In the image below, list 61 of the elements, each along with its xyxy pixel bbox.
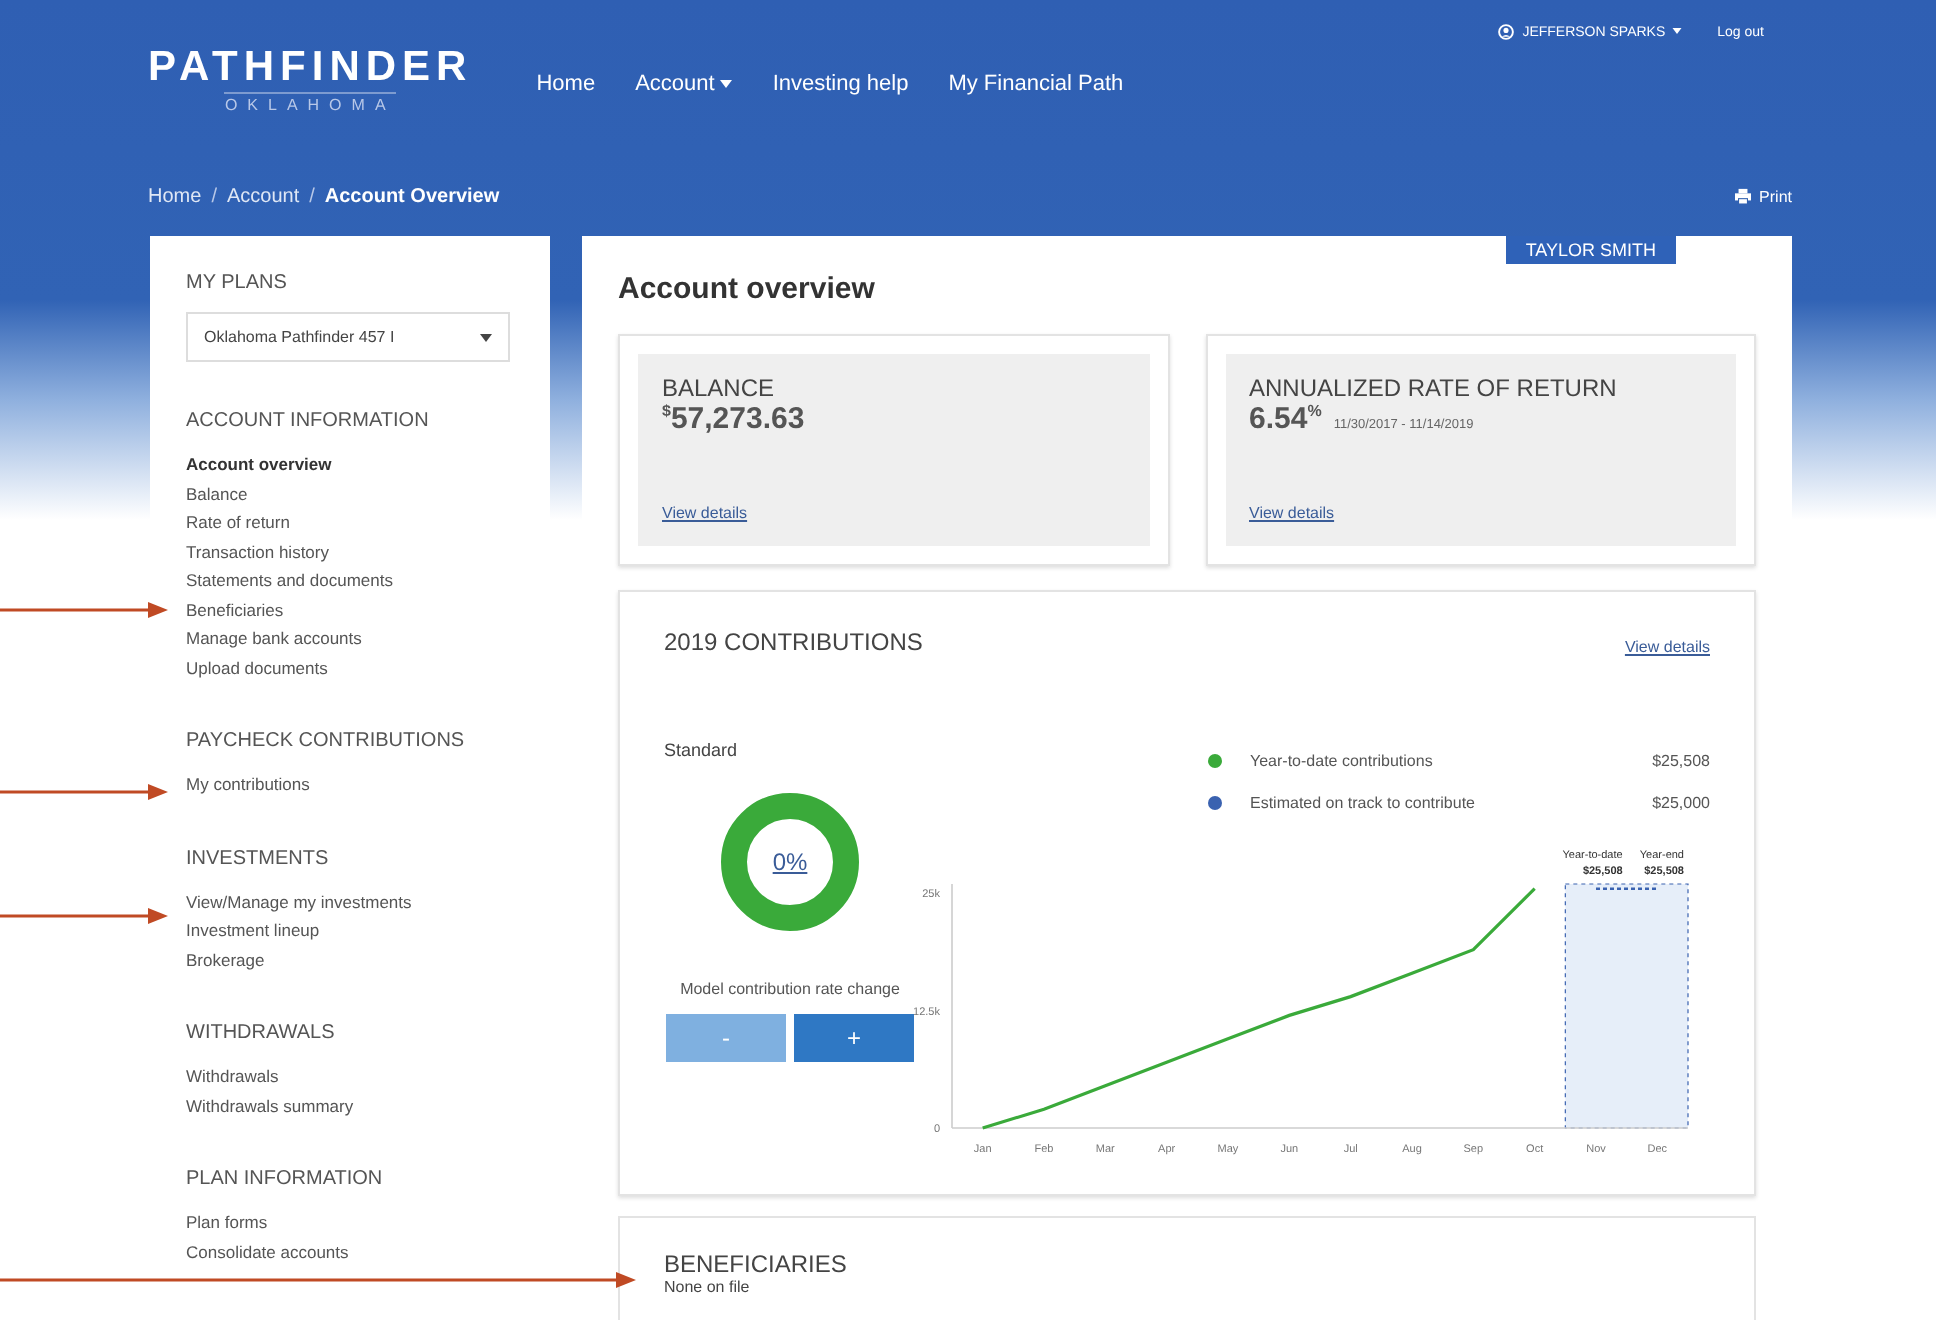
nav-link[interactable]: Home xyxy=(536,72,596,96)
section-heading: WITHDRAWALS xyxy=(186,1022,337,1044)
card-title: BALANCE xyxy=(662,374,777,402)
sidebar-link[interactable]: Brokerage xyxy=(186,945,514,974)
breadcrumb-link[interactable]: Home xyxy=(148,185,202,207)
plan-type-label: Standard xyxy=(664,740,738,760)
contribution-rate-link[interactable]: 0% xyxy=(772,848,808,876)
legend-value: $25,508 xyxy=(1652,752,1710,770)
participant-badge: TAYLOR SMITH xyxy=(1505,236,1676,264)
balance-value: $^{$}$57,273.63 xyxy=(662,402,807,436)
sidebar-link[interactable]: My contributions xyxy=(186,770,514,799)
model-rate-label: Model contribution rate change xyxy=(678,980,902,998)
breadcrumb-separator: / xyxy=(309,185,315,207)
contribution-line xyxy=(1596,887,1658,890)
caret-icon xyxy=(1671,28,1682,35)
legend-label: Year-to-date contributions xyxy=(1250,752,1435,770)
card-title: BENEFICIARIES xyxy=(664,1250,849,1278)
user-icon xyxy=(1498,24,1515,40)
sidebar-link[interactable]: Manage bank accounts xyxy=(186,624,514,653)
rate-value: 6.54$^{%}$ xyxy=(1249,402,1322,436)
legend-value: $25,000 xyxy=(1652,794,1710,812)
legend-label: Estimated on track to contribute xyxy=(1250,794,1477,812)
print-button[interactable]: Print xyxy=(1733,187,1792,205)
sidebar-link[interactable]: Rate of return xyxy=(186,508,514,537)
logo-wordmark: PATHFINDER xyxy=(148,44,473,92)
sidebar-link[interactable]: Account overview xyxy=(186,450,514,479)
breadcrumb-link[interactable]: Account xyxy=(226,185,300,207)
sidebar-link[interactable]: Investment lineup xyxy=(186,916,514,945)
view-details-link[interactable]: View details xyxy=(1249,504,1712,522)
section-heading: PAYCHECK CONTRIBUTIONS xyxy=(186,730,467,752)
view-details-link[interactable]: View details xyxy=(1624,638,1710,656)
increase-button[interactable]: + xyxy=(794,1014,914,1062)
sidebar-link[interactable]: Statements and documents xyxy=(186,566,514,595)
nav-link[interactable]: My Financial Path xyxy=(948,72,1124,96)
section-heading: PLAN INFORMATION xyxy=(186,1168,385,1190)
section-heading: ACCOUNT INFORMATION xyxy=(186,410,431,432)
sidebar-link[interactable]: Plan forms xyxy=(186,1208,514,1237)
card-title: ANNUALIZED RATE OF RETURN xyxy=(1249,374,1619,402)
caret-icon xyxy=(480,333,492,341)
page-title: Account overview xyxy=(618,272,875,306)
sidebar-link[interactable]: Upload documents xyxy=(186,653,514,682)
beneficiaries-status: None on file xyxy=(664,1278,752,1296)
sidebar-link[interactable]: View/Manage my investments xyxy=(186,887,514,916)
section-heading: INVESTMENTS xyxy=(186,847,331,869)
breadcrumb-link[interactable]: Account Overview xyxy=(324,185,500,207)
printer-icon xyxy=(1733,188,1752,204)
sidebar-link[interactable]: Balance xyxy=(186,479,514,508)
card-title: 2019 CONTRIBUTIONS xyxy=(664,628,923,656)
logo-subtitle: OKLAHOMA xyxy=(224,92,396,114)
sidebar-link[interactable]: Withdrawals xyxy=(186,1062,514,1091)
plan-dropdown[interactable]: Oklahoma Pathfinder 457 I xyxy=(186,312,510,362)
nav-link[interactable]: Investing help xyxy=(772,72,909,96)
nav-link[interactable]: Account xyxy=(635,72,733,96)
section-heading: MY PLANS xyxy=(186,272,289,294)
sidebar-link[interactable]: Withdrawals summary xyxy=(186,1091,514,1120)
sidebar-link[interactable]: Transaction history xyxy=(186,537,514,566)
sidebar-link[interactable]: Consolidate accounts xyxy=(186,1237,514,1266)
view-details-link[interactable]: View details xyxy=(662,504,1125,522)
sidebar-link[interactable]: Beneficiaries xyxy=(186,595,514,624)
breadcrumb-separator: / xyxy=(211,185,217,207)
contribution-ring xyxy=(720,792,860,932)
